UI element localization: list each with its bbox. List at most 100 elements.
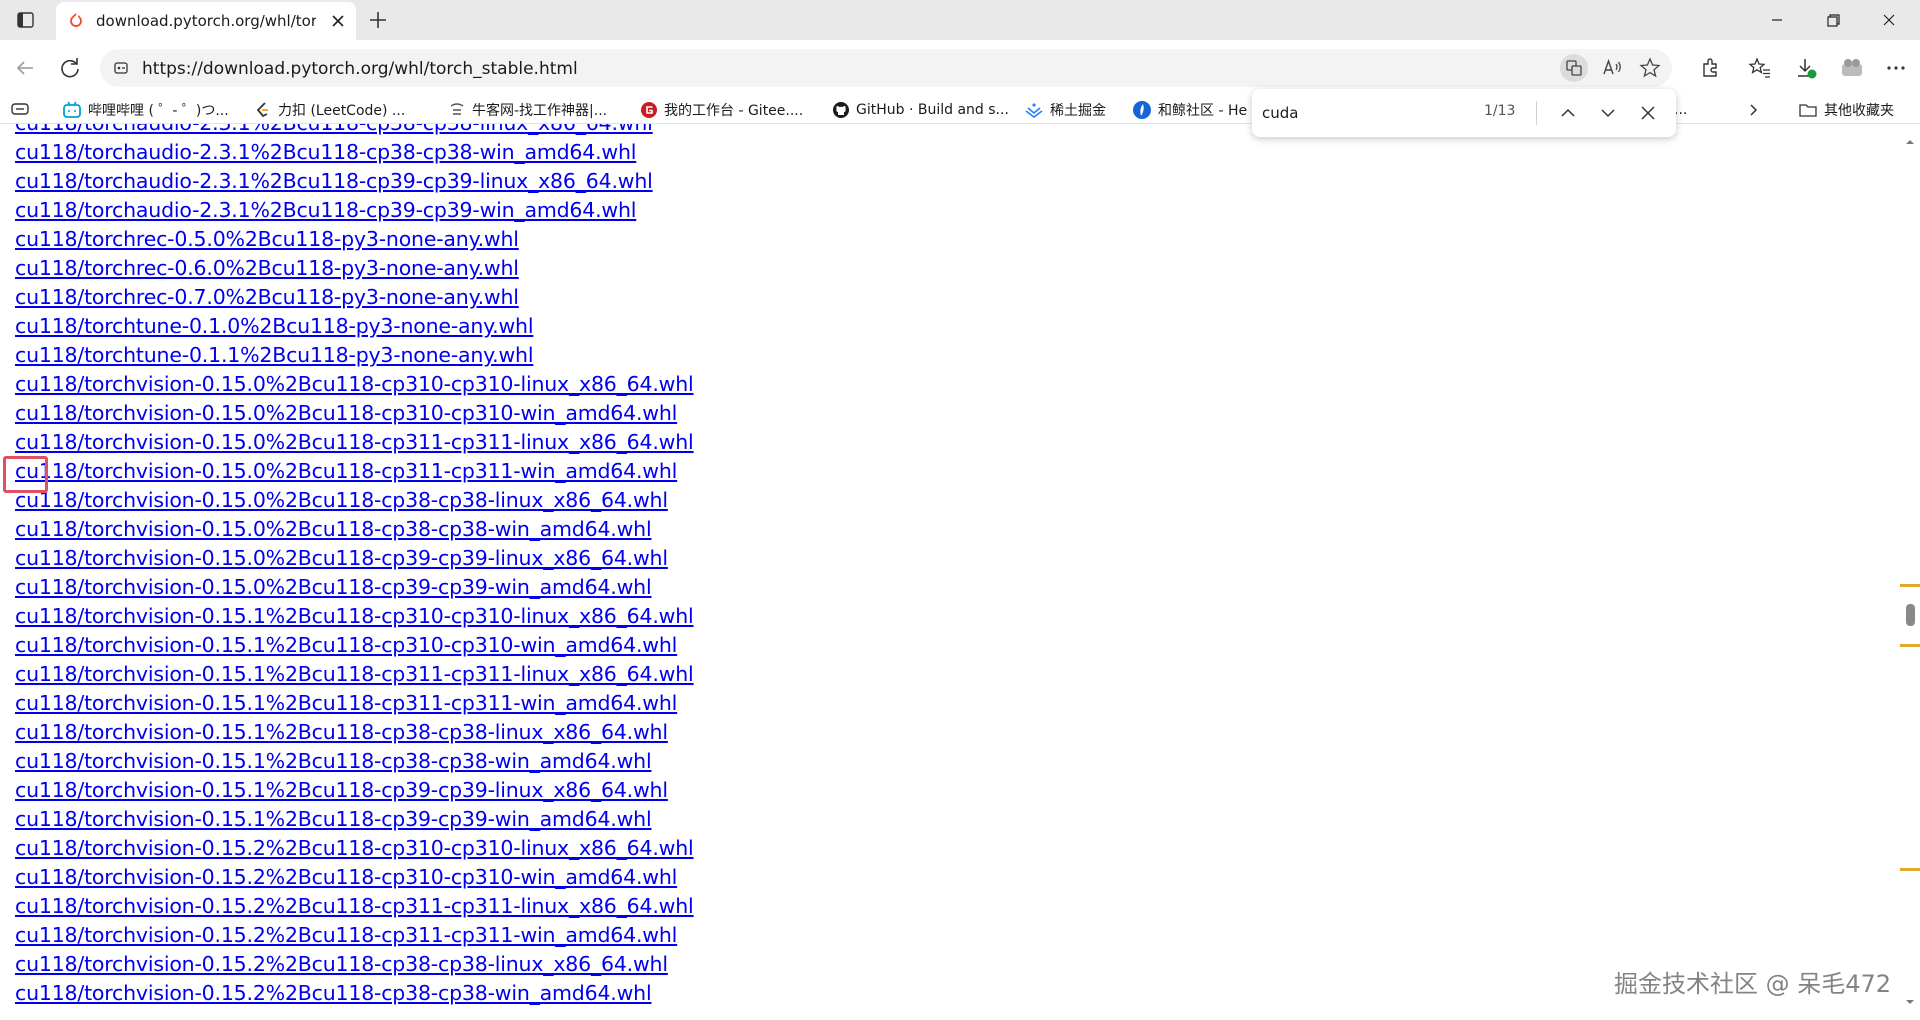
- pytorch-favicon-icon: [70, 13, 82, 27]
- download-link[interactable]: cu118/torchvision-0.15.2%2Bcu118-cp38-cp…: [15, 979, 694, 1008]
- download-link[interactable]: cu118/torchvision-0.15.2%2Bcu118-cp311-c…: [15, 921, 694, 950]
- favorite-star-icon[interactable]: [1636, 54, 1664, 82]
- vertical-scrollbar[interactable]: [1900, 124, 1920, 1020]
- download-link[interactable]: cu118/torchvision-0.15.0%2Bcu118-cp310-c…: [15, 370, 694, 399]
- tab-actions-button[interactable]: [10, 7, 40, 33]
- favorite-label: 哔哩哔哩 ( ゜- ゜)つ...: [88, 103, 229, 119]
- find-next-icon[interactable]: [1594, 99, 1622, 127]
- tab-title: download.pytorch.org/whl/torch_: [96, 12, 316, 30]
- favorite-label: 力扣 (LeetCode) ...: [278, 103, 406, 119]
- heywhale-icon: [1133, 101, 1151, 119]
- find-match-highlight: [3, 456, 48, 493]
- new-tab-icon[interactable]: [364, 7, 392, 33]
- favorite-item-nowcoder[interactable]: 牛客网-找工作神器|...: [448, 99, 607, 121]
- download-link[interactable]: cu118/torchvision-0.15.1%2Bcu118-cp39-cp…: [15, 776, 694, 805]
- download-link[interactable]: cu118/torchvision-0.15.0%2Bcu118-cp310-c…: [15, 399, 694, 428]
- page-content: cu118/torchaudio-2.3.1%2Bcu118-cp38-cp38…: [0, 124, 1900, 1020]
- favorite-item-heywhale[interactable]: 和鲸社区 - He: [1132, 99, 1247, 121]
- favorite-label: 和鲸社区 - He: [1158, 103, 1248, 119]
- find-marker: [1900, 868, 1920, 871]
- watermark: 掘金技术社区 @ 呆毛472: [1614, 970, 1892, 998]
- tab-bar: download.pytorch.org/whl/torch_: [0, 0, 1920, 40]
- find-close-icon[interactable]: [1634, 99, 1662, 127]
- download-link[interactable]: cu118/torchvision-0.15.0%2Bcu118-cp311-c…: [15, 428, 694, 457]
- folder-icon: [1799, 104, 1817, 117]
- scroll-thumb[interactable]: [1906, 604, 1915, 626]
- scroll-down-icon[interactable]: [1904, 996, 1916, 1008]
- minimize-icon[interactable]: [1749, 0, 1805, 40]
- address-url[interactable]: https://download.pytorch.org/whl/torch_s…: [142, 59, 578, 79]
- chevron-right-icon[interactable]: [1744, 101, 1762, 119]
- download-link[interactable]: cu118/torchaudio-2.3.1%2Bcu118-cp39-cp39…: [15, 167, 694, 196]
- downloads-icon[interactable]: [1790, 52, 1822, 84]
- favorite-label: 牛客网-找工作神器|...: [472, 103, 608, 119]
- download-link[interactable]: cu118/torchrec-0.5.0%2Bcu118-py3-none-an…: [15, 225, 694, 254]
- find-input[interactable]: [1262, 101, 1462, 125]
- link-list: cu118/torchaudio-2.3.1%2Bcu118-cp38-cp38…: [15, 124, 694, 1008]
- download-link[interactable]: cu118/torchvision-0.15.2%2Bcu118-cp38-cp…: [15, 950, 694, 979]
- other-favorites-folder[interactable]: 其他收藏夹: [1798, 99, 1894, 121]
- window-close-icon[interactable]: [1861, 0, 1917, 40]
- download-link[interactable]: cu118/torchvision-0.15.1%2Bcu118-cp310-c…: [15, 631, 694, 660]
- favorites-bar-toggle-icon[interactable]: [10, 102, 32, 118]
- download-link[interactable]: cu118/torchvision-0.15.2%2Bcu118-cp311-c…: [15, 892, 694, 921]
- download-link[interactable]: cu118/torchaudio-2.3.1%2Bcu118-cp38-cp38…: [15, 138, 694, 167]
- download-link[interactable]: cu118/torchvision-0.15.0%2Bcu118-cp38-cp…: [15, 486, 694, 515]
- find-bar: 1/13: [1252, 89, 1676, 137]
- find-previous-icon[interactable]: [1554, 99, 1582, 127]
- download-link[interactable]: cu118/torchvision-0.15.1%2Bcu118-cp38-cp…: [15, 718, 694, 747]
- extensions-icon[interactable]: [1694, 52, 1726, 84]
- favorite-item-juejin[interactable]: 稀土掘金: [1024, 99, 1106, 121]
- scroll-up-icon[interactable]: [1904, 136, 1916, 148]
- address-bar[interactable]: https://download.pytorch.org/whl/torch_s…: [100, 49, 1672, 87]
- restore-icon[interactable]: [1805, 0, 1861, 40]
- download-link[interactable]: cu118/torchvision-0.15.2%2Bcu118-cp310-c…: [15, 863, 694, 892]
- download-link[interactable]: cu118/torchvision-0.15.0%2Bcu118-cp39-cp…: [15, 573, 694, 602]
- back-icon[interactable]: [9, 52, 41, 84]
- nowcoder-icon: [450, 103, 464, 115]
- close-tab-icon[interactable]: [328, 11, 348, 31]
- find-marker: [1900, 584, 1920, 587]
- find-divider: [1536, 101, 1537, 125]
- favorite-item-gitee[interactable]: 我的工作台 - Gitee....: [640, 99, 803, 121]
- download-link[interactable]: cu118/torchvision-0.15.1%2Bcu118-cp310-c…: [15, 602, 694, 631]
- toolbar: https://download.pytorch.org/whl/torch_s…: [0, 40, 1920, 96]
- favorite-label: 我的工作台 - Gitee....: [664, 103, 804, 119]
- translate-icon[interactable]: [1560, 54, 1588, 82]
- download-link[interactable]: cu118/torchrec-0.6.0%2Bcu118-py3-none-an…: [15, 254, 694, 283]
- other-favorites-label: 其他收藏夹: [1824, 103, 1894, 119]
- leetcode-icon: [256, 102, 268, 118]
- download-link[interactable]: cu118/torchvision-0.15.1%2Bcu118-cp311-c…: [15, 660, 694, 689]
- download-link[interactable]: cu118/torchvision-0.15.2%2Bcu118-cp310-c…: [15, 834, 694, 863]
- download-link[interactable]: cu118/torchvision-0.15.0%2Bcu118-cp38-cp…: [15, 515, 694, 544]
- site-info-icon[interactable]: [112, 59, 130, 77]
- bilibili-icon: [63, 101, 81, 118]
- github-icon: [833, 102, 849, 118]
- sidebar-tabs-icon: [17, 12, 34, 28]
- download-link[interactable]: cu118/torchvision-0.15.1%2Bcu118-cp38-cp…: [15, 747, 694, 776]
- juejin-icon: [1025, 103, 1043, 118]
- find-marker: [1900, 644, 1920, 647]
- download-link[interactable]: cu118/torchaudio-2.3.1%2Bcu118-cp39-cp39…: [15, 196, 694, 225]
- download-link-partial[interactable]: cu118/torchaudio-2.3.1%2Bcu118-cp38-cp38…: [15, 124, 694, 138]
- download-link[interactable]: cu118/torchvision-0.15.1%2Bcu118-cp39-cp…: [15, 805, 694, 834]
- gitee-icon: [641, 102, 657, 118]
- download-link[interactable]: cu118/torchtune-0.1.1%2Bcu118-py3-none-a…: [15, 341, 694, 370]
- favorites-overflow[interactable]: ...: [1674, 99, 1687, 121]
- read-aloud-icon[interactable]: [1598, 54, 1626, 82]
- download-link[interactable]: cu118/torchrec-0.7.0%2Bcu118-py3-none-an…: [15, 283, 694, 312]
- profile-icon[interactable]: [1836, 52, 1868, 84]
- favorite-label: GitHub · Build and s...: [856, 102, 1009, 118]
- download-link[interactable]: cu118/torchtune-0.1.0%2Bcu118-py3-none-a…: [15, 312, 694, 341]
- download-link[interactable]: cu118/torchvision-0.15.0%2Bcu118-cp39-cp…: [15, 544, 694, 573]
- favorites-icon[interactable]: [1744, 52, 1776, 84]
- download-link[interactable]: cu118/torchvision-0.15.1%2Bcu118-cp311-c…: [15, 689, 694, 718]
- active-tab[interactable]: download.pytorch.org/whl/torch_: [56, 2, 356, 40]
- download-link[interactable]: cu118/torchvision-0.15.0%2Bcu118-cp311-c…: [15, 457, 694, 486]
- refresh-icon[interactable]: [54, 52, 86, 84]
- favorite-item-github[interactable]: GitHub · Build and s...: [832, 99, 1009, 121]
- favorite-item-leetcode[interactable]: 力扣 (LeetCode) ...: [254, 99, 405, 121]
- favorite-item-bilibili[interactable]: 哔哩哔哩 ( ゜- ゜)つ...: [62, 99, 229, 121]
- favorite-label: 稀土掘金: [1050, 103, 1106, 119]
- more-menu-icon[interactable]: [1880, 52, 1912, 84]
